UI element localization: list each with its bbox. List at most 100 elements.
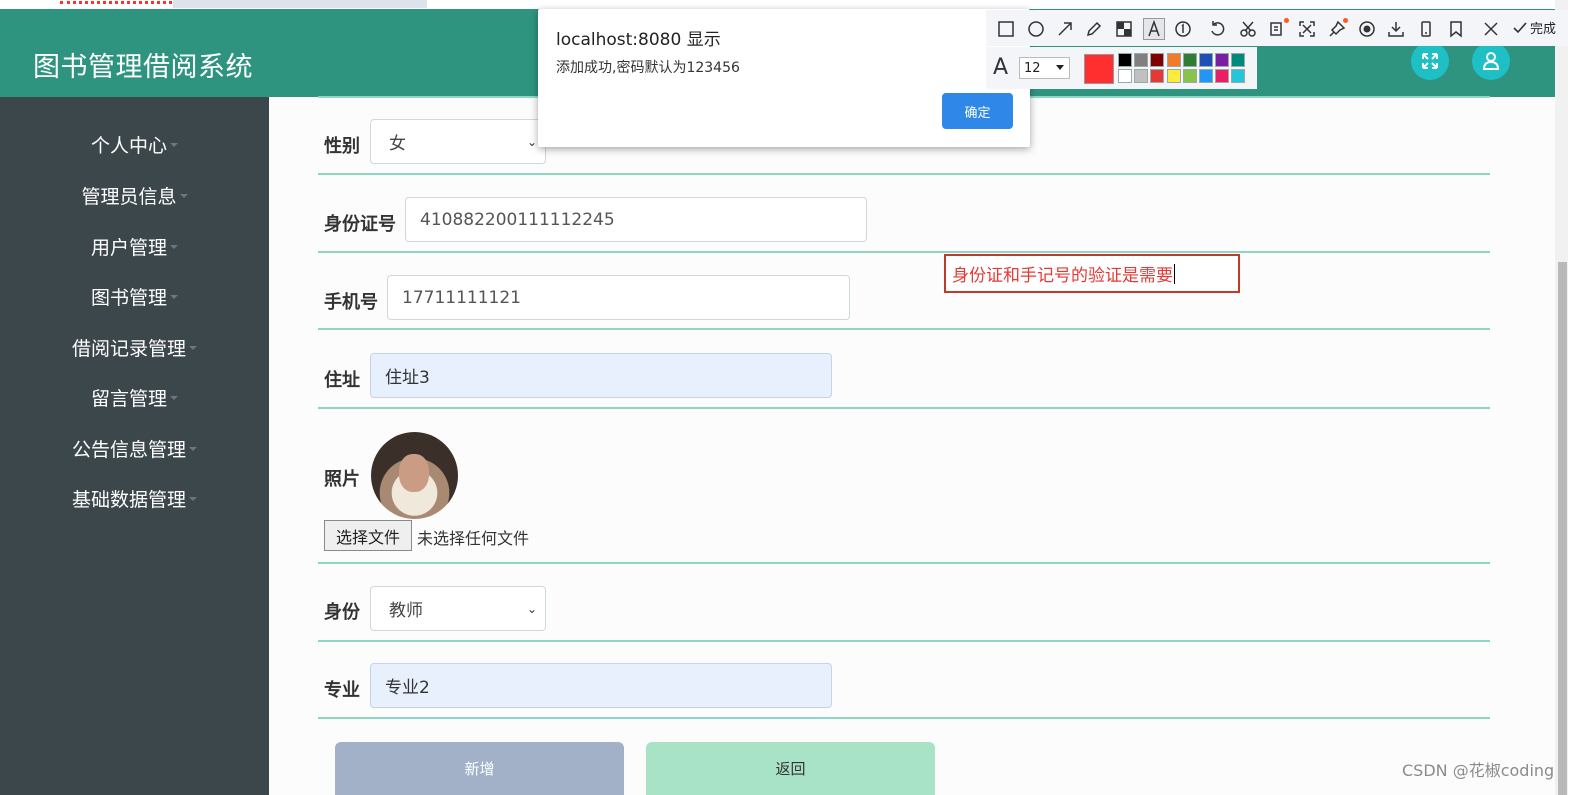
color-swatch[interactable] (1231, 53, 1246, 67)
address-input[interactable]: 住址3 (370, 353, 832, 398)
identity-select[interactable]: 教师 ⌄ (370, 586, 546, 631)
record-tool[interactable] (1356, 18, 1378, 40)
current-color-swatch[interactable] (1084, 54, 1114, 84)
pen-tool[interactable] (1083, 18, 1105, 40)
cancel-tool[interactable] (1480, 18, 1502, 40)
color-swatch[interactable] (1150, 69, 1165, 83)
chevron-down-icon: ⌄ (526, 602, 537, 616)
scan-icon (1299, 21, 1315, 37)
color-swatch[interactable] (1118, 69, 1132, 83)
color-swatch[interactable] (1118, 53, 1132, 67)
color-swatch[interactable] (1150, 53, 1165, 67)
add-button[interactable]: 新增 (335, 742, 624, 795)
dialog-message: 添加成功,密码默认为123456 (556, 60, 740, 76)
sidebar-item-user-management[interactable]: 用户管理 (0, 226, 269, 266)
sidebar-item-label: 管理员信息 (81, 185, 177, 208)
back-button[interactable]: 返回 (646, 742, 935, 795)
caret-down-icon (179, 194, 188, 198)
caret-down-icon (189, 447, 197, 451)
screenshot-toolbar (986, 10, 1568, 46)
color-swatch[interactable] (1215, 69, 1230, 83)
fullscreen-button[interactable] (1411, 42, 1449, 80)
phone-label: 手机号 (324, 292, 378, 313)
caret-down-icon (170, 396, 178, 400)
row-divider (318, 407, 1490, 409)
cutout-tool[interactable] (1237, 18, 1259, 40)
sidebar-item-label: 图书管理 (90, 286, 167, 309)
address-value: 住址3 (385, 368, 430, 388)
color-swatch[interactable] (1182, 53, 1197, 67)
major-value: 专业2 (385, 678, 430, 698)
dialog-title: localhost:8080 显示 (556, 30, 721, 50)
annotation-textbox[interactable]: 身份证和手记号的验证是需要 (944, 254, 1240, 293)
row-divider (318, 640, 1490, 642)
scrollbar-thumb[interactable] (1558, 262, 1567, 795)
sidebar-item-message-management[interactable]: 留言管理 (0, 377, 269, 417)
phone-input[interactable]: 17711111121 (387, 275, 850, 320)
color-swatch[interactable] (1215, 53, 1230, 67)
sidebar-item-personal-center[interactable]: 个人中心 (0, 124, 269, 164)
major-label: 专业 (324, 680, 360, 701)
id-card-value: 410882200111112245 (420, 209, 615, 230)
ocr-tool[interactable] (1267, 18, 1289, 40)
color-swatch[interactable] (1166, 69, 1181, 83)
id-card-input[interactable]: 410882200111112245 (405, 197, 867, 242)
sidebar-item-label: 借阅记录管理 (71, 337, 186, 360)
sidebar-item-book-management[interactable]: 图书管理 (0, 276, 269, 316)
text-tool[interactable] (1143, 18, 1165, 40)
caret-down-icon (170, 245, 178, 249)
text-icon (1148, 20, 1160, 37)
expand-icon (1422, 53, 1438, 69)
photo-face (399, 454, 429, 492)
ellipse-icon (1028, 21, 1044, 37)
color-swatch[interactable] (1199, 69, 1213, 83)
screen: 图书管理借阅系统 个人中心 管理员信息 用户管理 图书管理 借阅记录管理 留言管… (0, 0, 1583, 795)
color-swatch[interactable] (1182, 69, 1197, 83)
color-swatch[interactable] (1231, 69, 1246, 83)
color-swatch[interactable] (1134, 53, 1149, 67)
rectangle-tool[interactable] (995, 18, 1017, 40)
done-button[interactable]: 完成 (1512, 18, 1556, 37)
sidebar-item-notice-management[interactable]: 公告信息管理 (0, 428, 269, 468)
phone-send-tool[interactable] (1415, 18, 1437, 40)
sidebar-item-label: 个人中心 (90, 134, 167, 157)
numbered-marker-icon (1175, 21, 1191, 37)
scroll-capture-tool[interactable] (1296, 18, 1318, 40)
done-label: 完成 (1530, 22, 1557, 37)
rectangle-icon (998, 21, 1014, 37)
sidebar-item-borrow-records[interactable]: 借阅记录管理 (0, 327, 269, 367)
sidebar-item-base-data[interactable]: 基础数据管理 (0, 478, 269, 518)
identity-value: 教师 (389, 601, 423, 621)
arrow-tool[interactable] (1054, 18, 1076, 40)
color-swatch[interactable] (1166, 53, 1181, 67)
phone-value: 17711111121 (402, 287, 521, 308)
save-tool[interactable] (1385, 18, 1407, 40)
sidebar-item-label: 留言管理 (90, 387, 167, 410)
row-divider (318, 328, 1490, 330)
caret-down-icon (170, 295, 178, 299)
close-icon (1484, 22, 1498, 36)
color-swatch[interactable] (1199, 53, 1213, 67)
mosaic-tool[interactable] (1113, 18, 1135, 40)
caret-down-icon (189, 346, 197, 350)
gender-value: 女 (389, 134, 406, 154)
check-icon (1513, 21, 1527, 33)
number-tool[interactable] (1172, 18, 1194, 40)
ellipse-tool[interactable] (1025, 18, 1047, 40)
choose-file-button[interactable]: 选择文件 (324, 520, 412, 551)
major-input[interactable]: 专业2 (370, 663, 832, 708)
row-divider (318, 251, 1490, 253)
undo-tool[interactable] (1207, 18, 1229, 40)
gender-label: 性别 (324, 136, 360, 157)
caret-down-icon (189, 497, 197, 501)
gender-select[interactable]: 女 ⌄ (370, 119, 546, 164)
watermark: CSDN @花椒coding (1402, 761, 1555, 780)
favorite-tool[interactable] (1445, 18, 1467, 40)
font-size-select[interactable]: 12 (1019, 57, 1070, 79)
sidebar-item-admin-info[interactable]: 管理员信息 (0, 175, 269, 215)
pin-tool[interactable] (1326, 18, 1348, 40)
font-size-value: 12 (1024, 60, 1041, 76)
user-button[interactable] (1472, 42, 1510, 80)
color-swatch[interactable] (1134, 69, 1149, 83)
dialog-ok-button[interactable]: 确定 (942, 93, 1013, 129)
